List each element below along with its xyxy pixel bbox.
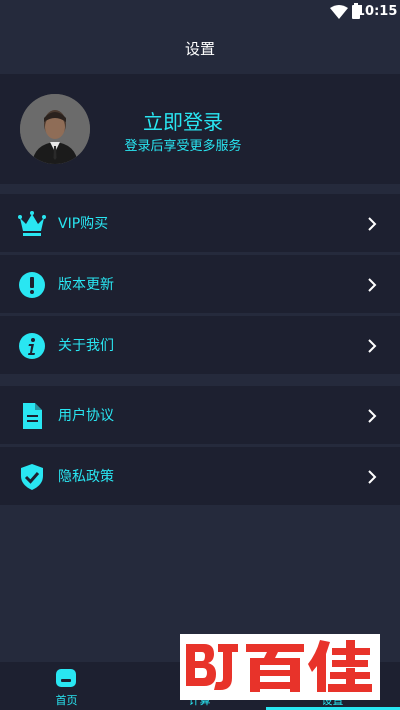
shield-check-icon [21, 464, 43, 490]
menu-item-about-us[interactable]: 关于我们 [0, 316, 400, 377]
login-subtitle: 登录后享受更多服务 [124, 139, 242, 154]
chevron-right-icon [368, 339, 377, 353]
status-time: 10:15 [356, 4, 398, 19]
user-avatar-icon [20, 94, 90, 164]
watermark-logo [180, 634, 380, 700]
login-title[interactable]: 立即登录 [120, 106, 246, 135]
avatar[interactable] [20, 94, 90, 164]
status-bar: 10:15 [0, 0, 400, 26]
menu-item-label: VIP购买 [58, 216, 109, 232]
menu-group-primary: VIP购买 版本更新 关于我们 [0, 194, 400, 377]
exclamation-icon [19, 272, 45, 298]
menu-item-vip[interactable]: VIP购买 [0, 194, 400, 255]
menu-item-privacy-policy[interactable]: 隐私政策 [0, 447, 400, 508]
menu-item-user-agreement[interactable]: 用户协议 [0, 386, 400, 447]
document-icon [23, 403, 42, 429]
menu-item-version-update[interactable]: 版本更新 [0, 255, 400, 316]
menu-item-label: 用户协议 [58, 408, 114, 424]
chevron-right-icon [368, 470, 377, 484]
tab-home[interactable]: 首页 [0, 662, 133, 710]
chevron-right-icon [368, 409, 377, 423]
chevron-right-icon [368, 278, 377, 292]
menu-group-legal: 用户协议 隐私政策 [0, 386, 400, 508]
chevron-right-icon [368, 217, 377, 231]
login-card[interactable]: 立即登录 登录后享受更多服务 [0, 74, 400, 184]
page-title: 设置 [0, 26, 400, 74]
menu-item-label: 关于我们 [58, 338, 114, 354]
info-icon [19, 333, 45, 359]
home-icon [56, 669, 76, 687]
menu-item-label: 隐私政策 [58, 469, 114, 485]
menu-item-label: 版本更新 [58, 277, 114, 293]
wifi-icon [330, 5, 348, 19]
tab-label: 首页 [55, 694, 78, 707]
crown-icon [18, 211, 46, 236]
